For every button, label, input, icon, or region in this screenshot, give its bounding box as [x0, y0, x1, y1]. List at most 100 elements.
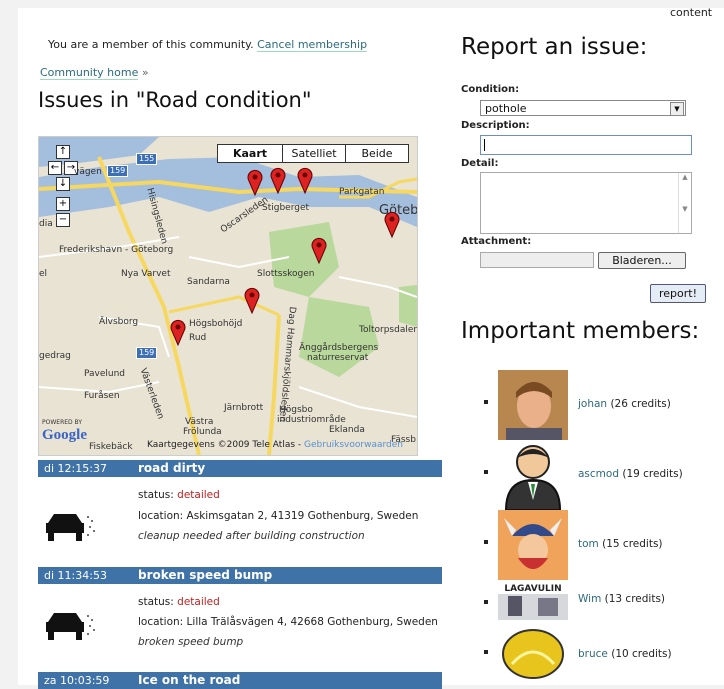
member-name[interactable]: bruce (10 credits): [578, 648, 672, 660]
map-label: gedrag: [39, 351, 71, 361]
member-credits: (19 credits): [622, 468, 683, 480]
cancel-membership-link[interactable]: Cancel membership: [257, 38, 368, 52]
member-name[interactable]: ascmod (19 credits): [578, 468, 683, 480]
map-label: Fiskebäck: [89, 442, 133, 452]
browse-button[interactable]: Bladeren...: [598, 252, 686, 269]
map-label: Sandarna: [187, 277, 230, 287]
map-label: dia: [39, 219, 53, 229]
pan-up-button[interactable]: ↑: [56, 145, 70, 159]
issue-title[interactable]: broken speed bump: [138, 567, 272, 584]
issue-title[interactable]: road dirty: [138, 460, 205, 477]
textarea-scrollbar[interactable]: ▲ ▼: [678, 173, 691, 233]
breadcrumb-separator: »: [141, 66, 149, 79]
car-icon: [46, 613, 95, 640]
pan-left-button[interactable]: ←: [48, 161, 62, 175]
community-home-link[interactable]: Community home: [40, 66, 139, 80]
member-link[interactable]: ascmod: [578, 468, 619, 480]
issue-header[interactable]: za 10:03:59 Ice on the road: [38, 672, 442, 689]
description-label: Description:: [461, 120, 530, 131]
page: content You are a member of this communi…: [18, 6, 724, 689]
condition-select[interactable]: pothole ▼: [480, 100, 686, 116]
road-badge-159b: 159: [136, 347, 158, 359]
location-label: location:: [138, 616, 184, 628]
map-type-kaart[interactable]: Kaart: [217, 144, 283, 163]
issue-location: location: Lilla Trälåsvägen 4, 42668 Got…: [138, 616, 438, 628]
detail-textarea[interactable]: ▲ ▼: [480, 172, 692, 234]
member-credits: (26 credits): [610, 398, 671, 410]
chevron-down-icon[interactable]: ▼: [670, 102, 684, 116]
issue-marker-icon[interactable]: [382, 209, 402, 239]
member-name[interactable]: tom (15 credits): [578, 538, 663, 550]
attachment-input[interactable]: [480, 252, 594, 268]
map-label: naturreservat: [307, 353, 369, 363]
issue-description: cleanup needed after building constructi…: [138, 530, 365, 542]
issue-marker-icon[interactable]: [268, 165, 288, 195]
issue-marker-icon[interactable]: [168, 317, 188, 347]
map-label: Älvsborg: [99, 317, 139, 327]
member-credits: (10 credits): [611, 648, 672, 660]
map-label: Toltorpsdalen: [359, 325, 418, 335]
issue-marker-icon[interactable]: [242, 285, 262, 315]
status-value: detailed: [177, 489, 220, 501]
zoom-in-button[interactable]: +: [56, 197, 70, 211]
detail-label: Detail:: [461, 158, 499, 169]
map-label: Västra: [185, 417, 214, 427]
powered-by-text: POWERED BY: [42, 419, 83, 426]
issue-header[interactable]: di 12:15:37 road dirty: [38, 460, 442, 477]
avatar[interactable]: [498, 440, 568, 510]
avatar[interactable]: [498, 510, 568, 580]
road-badge-159: 159: [107, 165, 129, 177]
report-submit-button[interactable]: report!: [650, 284, 706, 303]
report-title: Report an issue:: [461, 34, 648, 60]
bullet: [484, 540, 488, 544]
map-type-beide[interactable]: Beide: [345, 144, 409, 163]
map-label: Parkgatan: [339, 187, 385, 197]
issue-map[interactable]: Kaart Satelliet Beide ↑ ← → ↓ + − 155 15…: [38, 136, 418, 456]
terms-link[interactable]: Gebruiksvoorwaarden: [304, 440, 403, 450]
zoom-out-button[interactable]: −: [56, 213, 70, 227]
status-label: status:: [138, 596, 174, 608]
attachment-label: Attachment:: [461, 236, 532, 247]
page-title: Issues in "Road condition": [38, 88, 312, 112]
member-name[interactable]: Wim (13 credits): [578, 593, 665, 605]
member-link[interactable]: johan: [578, 398, 607, 410]
member-link[interactable]: Wim: [578, 593, 601, 605]
avatar[interactable]: [498, 620, 568, 685]
map-type-satelliet[interactable]: Satelliet: [282, 144, 346, 163]
google-logo[interactable]: Google: [42, 427, 87, 444]
location-label: location:: [138, 510, 184, 522]
map-label: el: [39, 269, 48, 279]
map-label: Änggårdsbergens: [299, 343, 379, 353]
road-badge-155: 155: [136, 153, 158, 165]
issue-status: status: detailed: [138, 596, 220, 608]
member-link[interactable]: bruce: [578, 648, 608, 660]
member-link[interactable]: tom: [578, 538, 599, 550]
status-value: detailed: [177, 596, 220, 608]
copyright-text: Kaartgegevens ©2009 Tele Atlas -: [147, 440, 302, 450]
member-name[interactable]: johan (26 credits): [578, 398, 671, 410]
map-label: vägen: [74, 167, 102, 177]
issue-marker-icon[interactable]: [245, 167, 265, 197]
bullet: [484, 650, 488, 654]
issue-marker-icon[interactable]: [295, 165, 315, 195]
issue-description: broken speed bump: [138, 636, 244, 648]
issue-marker-icon[interactable]: [309, 235, 329, 265]
location-value: Lilla Trälåsvägen 4, 42668 Gothenburg, S…: [186, 616, 438, 628]
member-credits: (13 credits): [604, 593, 666, 605]
issue-title[interactable]: Ice on the road: [138, 672, 240, 689]
map-label: Furåsen: [84, 391, 120, 401]
member-credits: (15 credits): [602, 538, 663, 550]
issue-item: status: detailed location: Askimsgatan 2…: [38, 477, 442, 567]
avatar[interactable]: LAGAVULIN: [498, 580, 568, 620]
avatar[interactable]: [498, 370, 568, 440]
description-input[interactable]: [480, 135, 692, 155]
pan-down-button[interactable]: ↓: [56, 177, 70, 191]
condition-value: pothole: [485, 102, 527, 115]
issue-item: status: detailed location: Lilla Trälåsv…: [38, 584, 442, 674]
issue-time: di 11:34:53: [44, 569, 107, 582]
map-label: Högsbohöjd: [189, 319, 243, 329]
top-text: content: [670, 6, 713, 19]
issue-header[interactable]: di 11:34:53 broken speed bump: [38, 567, 442, 584]
map-label: Stigberget: [262, 203, 310, 213]
issue-status: status: detailed: [138, 489, 220, 501]
